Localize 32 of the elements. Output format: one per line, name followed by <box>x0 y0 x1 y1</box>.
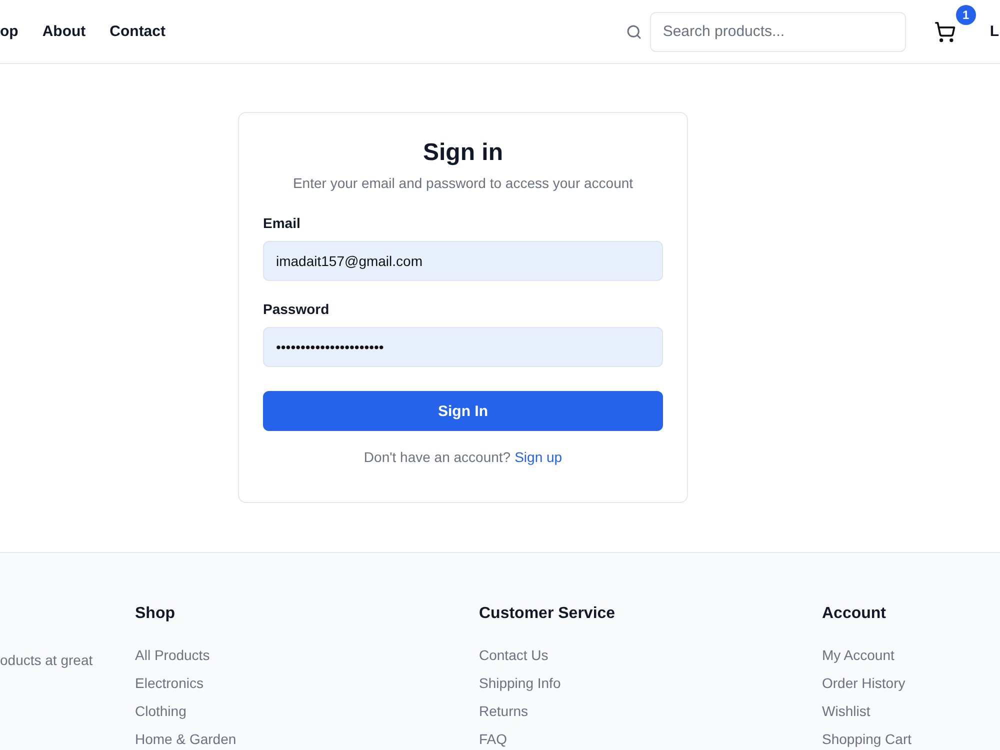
nav-link[interactable]: op <box>0 23 18 40</box>
footer-link[interactable]: Clothing <box>135 697 479 725</box>
search-icon <box>626 24 642 40</box>
footer-link[interactable]: Electronics <box>135 669 479 697</box>
nav-link[interactable]: About <box>42 23 86 40</box>
card-title: Sign in <box>422 139 504 167</box>
input-field[interactable]: •••••••••••••••••••••• <box>263 327 663 367</box>
footer-link[interactable]: My Account <box>822 641 1000 669</box>
footer-link[interactable]: Home & Garden <box>135 725 479 750</box>
cart-count-badge: 1 <box>956 4 976 24</box>
footer-heading: Customer Service <box>479 605 616 623</box>
nav-link[interactable]: L <box>990 23 999 40</box>
nav-link[interactable]: Contact <box>110 23 166 40</box>
sign-in-button[interactable]: Sign In <box>263 391 663 431</box>
footer-link[interactable]: Order History <box>822 669 1000 697</box>
footer-link[interactable]: FAQ <box>479 725 822 750</box>
search-field[interactable]: Search products... <box>650 12 906 52</box>
footer-link[interactable]: Shipping Info <box>479 669 822 697</box>
footer-link[interactable]: Contact Us <box>479 641 822 669</box>
footer-heading: Shop <box>135 605 176 623</box>
footer-link[interactable]: All Products <box>135 641 479 669</box>
footer-link[interactable]: Wishlist <box>822 697 1000 725</box>
footer-heading: Account <box>822 605 887 623</box>
input-field[interactable]: imadait157@gmail.com <box>263 241 663 281</box>
field-label: Email <box>263 215 302 231</box>
sign-up-link[interactable]: Sign up <box>514 449 562 465</box>
footer-blurb: oducts at great <box>0 652 94 670</box>
sign-up-prompt: Don't have an account? <box>364 449 511 465</box>
card-subtitle: Enter your email and password to access your account <box>292 175 634 191</box>
footer-link[interactable]: Returns <box>479 697 822 725</box>
field-label: Password <box>263 301 330 317</box>
footer-link[interactable]: Shopping Cart <box>822 725 1000 750</box>
